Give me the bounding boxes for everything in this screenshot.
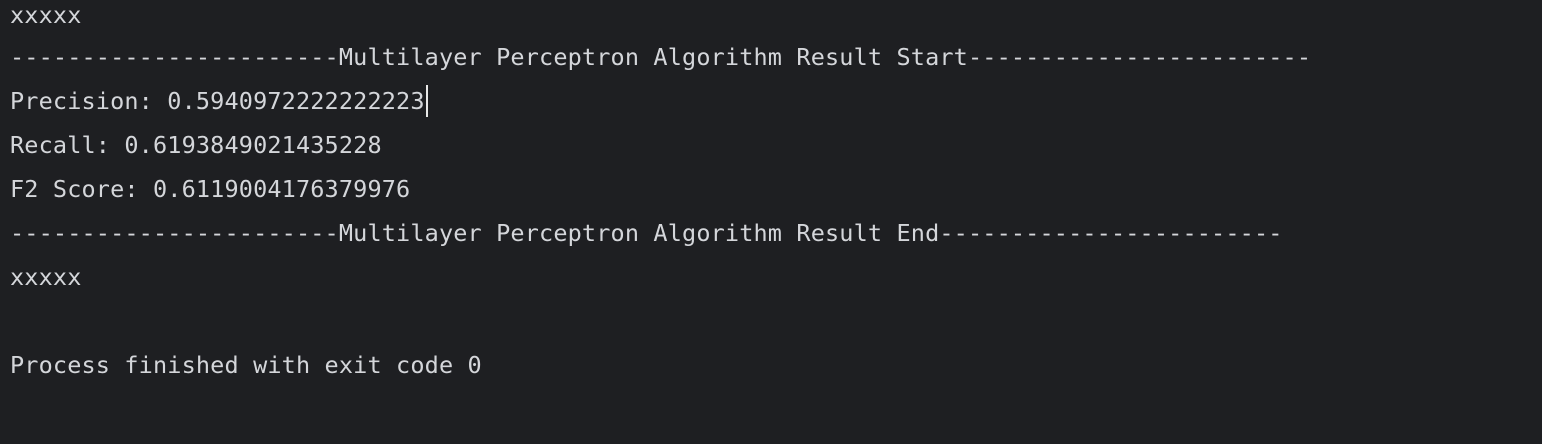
output-line-xxxxx-top: xxxxx — [10, 1, 82, 29]
result-start-separator: -----------------------Multilayer Percep… — [10, 43, 1312, 71]
process-exit-message: Process finished with exit code 0 — [10, 351, 482, 379]
output-line-xxxxx-bottom: xxxxx — [10, 263, 82, 291]
result-end-separator: -----------------------Multilayer Percep… — [10, 219, 1283, 247]
console-output[interactable]: xxxxx -----------------------Multilayer … — [0, 0, 1542, 444]
precision-text: Precision: 0.5940972222222223 — [10, 87, 425, 115]
precision-line: Precision: 0.5940972222222223 — [10, 84, 428, 117]
f2-score-line: F2 Score: 0.6119004176379976 — [10, 175, 411, 203]
text-cursor — [425, 84, 428, 117]
recall-line: Recall: 0.6193849021435228 — [10, 131, 382, 159]
